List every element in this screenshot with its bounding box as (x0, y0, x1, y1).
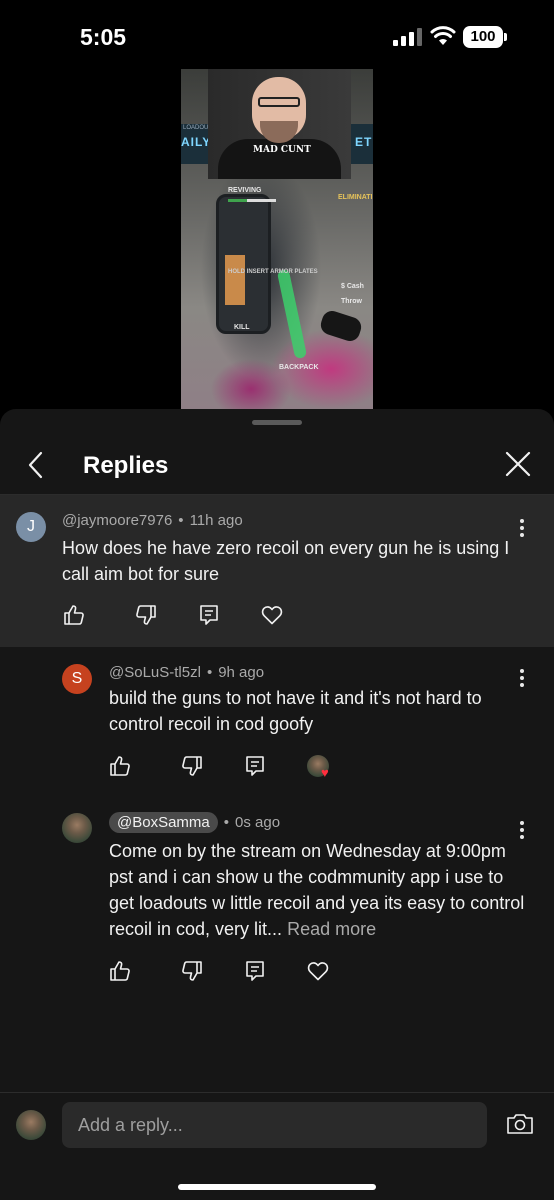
thumbs-up-icon[interactable] (108, 754, 132, 778)
video-hud-text: AILY (181, 135, 212, 149)
comment-text: Come on by the stream on Wednesday at 9:… (109, 838, 529, 942)
comment-time: 11h ago (189, 512, 243, 529)
comment-text: How does he have zero recoil on every gu… (62, 538, 510, 584)
video-hud-text: $ Cash (341, 283, 364, 290)
home-indicator (178, 1184, 376, 1190)
video-player[interactable]: LOADOUT D AILY ETE MAD CUNT REVIVING ELI… (181, 69, 373, 410)
video-hud-text: HOLD INSERT ARMOR PLATES (228, 269, 318, 275)
streamer-webcam: MAD CUNT (208, 69, 351, 179)
video-hud-text: REVIVING (228, 187, 262, 194)
battery-level: 100 (463, 26, 503, 48)
thumbs-up-icon[interactable] (108, 959, 132, 983)
reply-icon[interactable] (243, 754, 267, 778)
read-more-link[interactable]: Read more (287, 919, 376, 939)
comment-time: 0s ago (235, 814, 281, 831)
chevron-left-icon[interactable] (22, 449, 52, 481)
cellular-signal-icon (393, 28, 422, 46)
heart-icon[interactable] (306, 959, 330, 983)
thumbs-up-icon[interactable] (62, 603, 86, 627)
shirt-text: MAD CUNT (253, 145, 311, 155)
reply-icon[interactable] (243, 959, 267, 983)
thumbs-down-icon[interactable] (134, 603, 158, 627)
thumbs-down-icon[interactable] (180, 959, 204, 983)
reply-icon[interactable] (197, 603, 221, 627)
reply-input[interactable] (62, 1102, 487, 1148)
video-hud-text: BACKPACK (279, 364, 319, 371)
sheet-drag-handle[interactable] (252, 420, 302, 425)
avatar[interactable]: J (16, 512, 46, 542)
camera-icon[interactable] (506, 1112, 534, 1136)
comment-time: 9h ago (218, 664, 265, 681)
replies-sheet: Replies J @jaymoore7976 • 11h ago How does… (0, 409, 554, 1200)
status-time: 5:05 (80, 24, 127, 50)
reply-input-container[interactable] (62, 1102, 487, 1148)
comment-author[interactable]: @jaymoore7976 (62, 512, 172, 529)
parent-comment: J @jaymoore7976 • 11h ago How does he have… (0, 495, 554, 647)
comment-author[interactable]: @SoLuS-tl5zl (109, 664, 201, 681)
page-title: Replies (83, 452, 169, 479)
video-hud-text: ELIMINATI (338, 194, 373, 201)
thumbs-down-icon[interactable] (180, 754, 204, 778)
comment-text: build the guns to not have it and it's n… (109, 688, 482, 734)
user-avatar (16, 1110, 46, 1140)
status-bar: 5:05 100 (0, 0, 554, 70)
wifi-icon (430, 26, 456, 45)
comment-meta: @jaymoore7976 • 11h ago (62, 512, 243, 529)
creator-heart-icon: ♥ (321, 765, 329, 780)
video-hud-text: Throw (341, 298, 362, 305)
avatar[interactable]: S (62, 664, 92, 694)
comment-meta: @SoLuS-tl5zl • 9h ago (109, 664, 265, 681)
replies-header: Replies (0, 439, 554, 495)
heart-icon[interactable] (260, 603, 284, 627)
divider (0, 1092, 554, 1093)
battery-icon: 100 (463, 26, 507, 48)
comment-meta: @BoxSamma • 0s ago (109, 812, 280, 833)
avatar[interactable] (62, 813, 92, 843)
video-hud-text: KILL (234, 324, 250, 331)
video-hud-text: ETE (355, 135, 373, 149)
close-icon[interactable] (503, 449, 533, 479)
comment-author-badge[interactable]: @BoxSamma (109, 812, 218, 833)
